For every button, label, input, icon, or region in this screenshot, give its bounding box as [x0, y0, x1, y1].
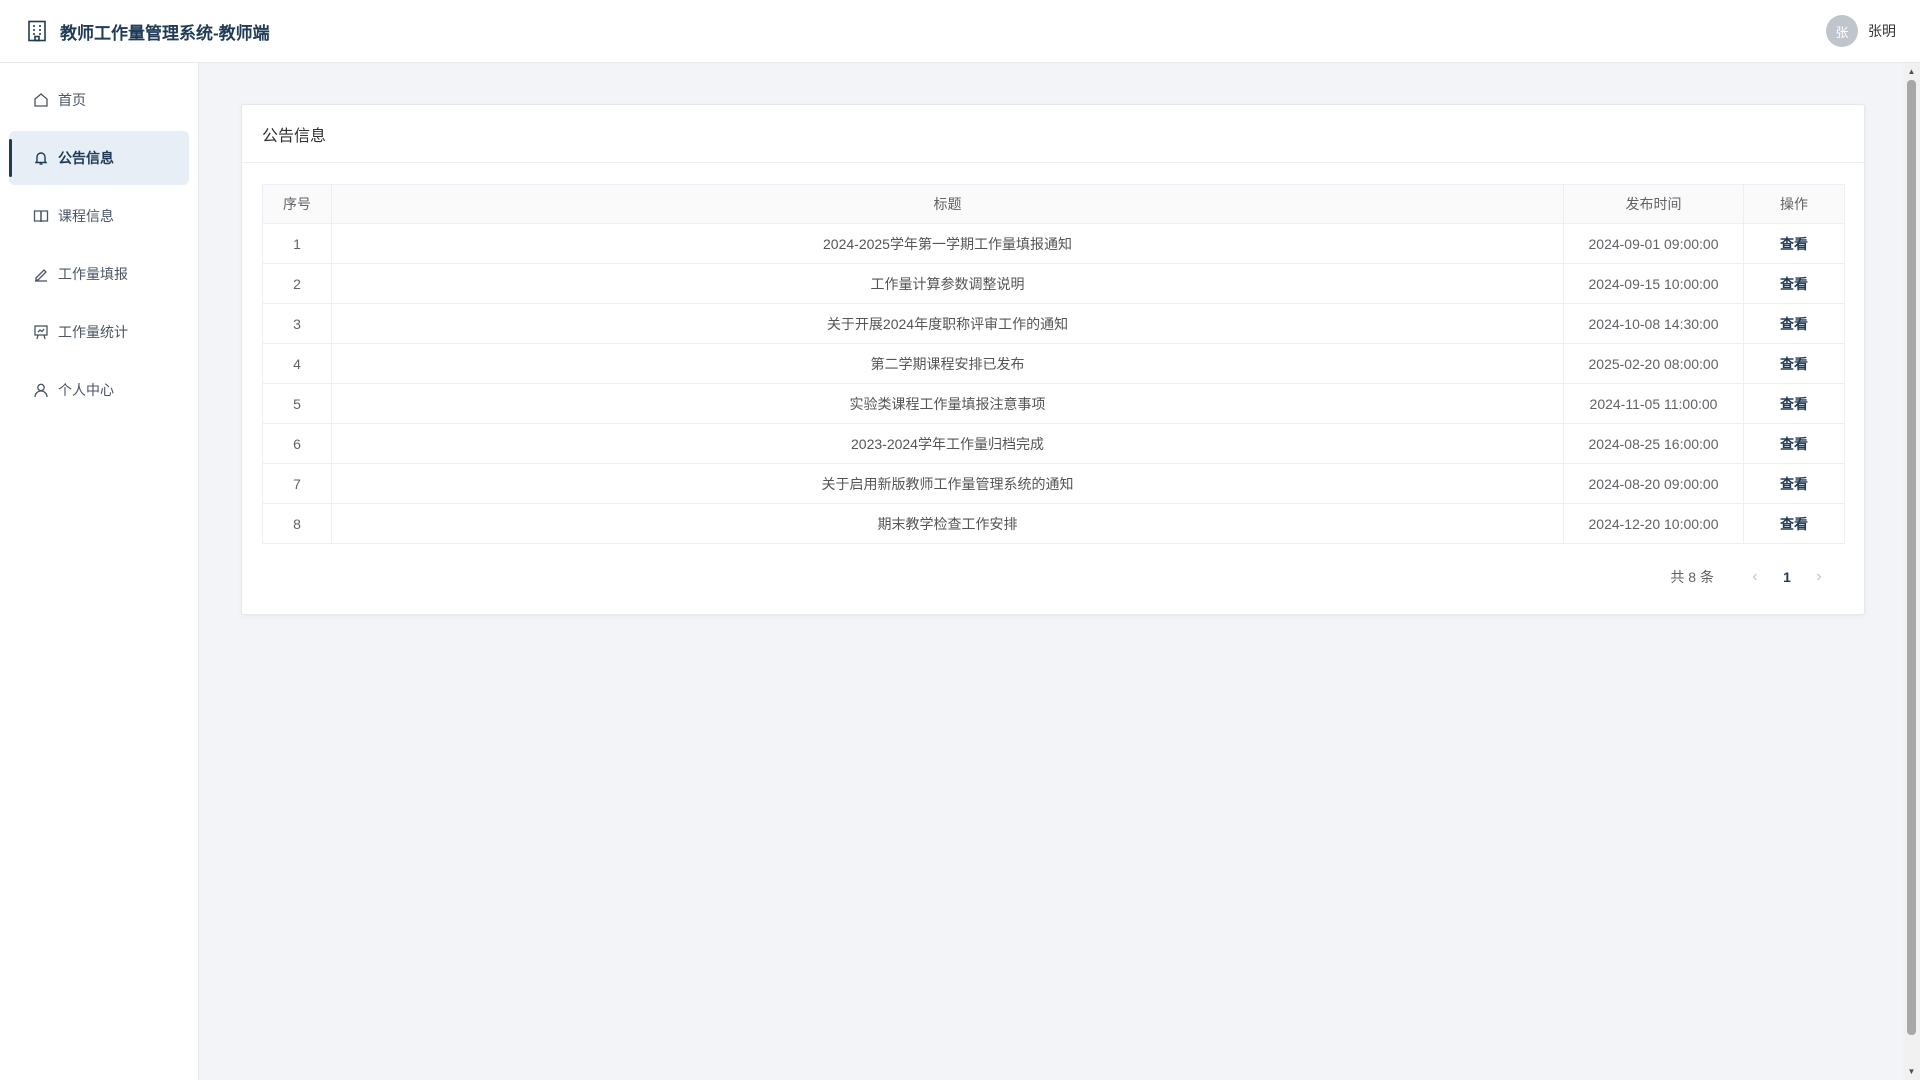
user-icon	[32, 382, 49, 399]
view-button[interactable]: 查看	[1780, 436, 1808, 452]
row-title: 关于开展2024年度职称评审工作的通知	[331, 303, 1564, 344]
row-title: 关于启用新版教师工作量管理系统的通知	[331, 463, 1564, 504]
home-icon	[32, 92, 49, 109]
view-button[interactable]: 查看	[1780, 396, 1808, 412]
sidebar-item-label: 个人中心	[58, 382, 114, 398]
avatar[interactable]: 张	[1826, 15, 1858, 47]
row-time: 2024-09-01 09:00:00	[1563, 223, 1744, 264]
vertical-scrollbar[interactable]: ▲ ▼	[1903, 63, 1920, 1080]
row-index: 3	[262, 303, 332, 344]
scroll-up-arrow-icon[interactable]: ▲	[1903, 63, 1920, 80]
sidebar-item-label: 公告信息	[58, 150, 114, 166]
top-header: 教师工作量管理系统-教师端 张 张明	[0, 0, 1920, 63]
scroll-thumb[interactable]	[1907, 80, 1916, 1035]
sidebar-item-workload-report[interactable]: 工作量填报	[9, 247, 189, 301]
table-header-row: 序号 标题 发布时间 操作	[262, 184, 1845, 224]
pagination: 共 8 条 ‹ 1 ›	[1670, 567, 1834, 587]
row-time: 2025-02-20 08:00:00	[1563, 343, 1744, 384]
row-title: 第二学期课程安排已发布	[331, 343, 1564, 384]
row-index: 5	[262, 383, 332, 424]
sidebar-item-label: 工作量统计	[58, 324, 128, 340]
book-icon	[32, 208, 49, 225]
column-header-action: 操作	[1743, 184, 1845, 224]
view-button[interactable]: 查看	[1780, 316, 1808, 332]
row-index: 4	[262, 343, 332, 384]
scroll-down-arrow-icon[interactable]: ▼	[1903, 1063, 1920, 1080]
table-row: 2 工作量计算参数调整说明 2024-09-15 10:00:00 查看	[262, 263, 1845, 304]
sidebar-item-label: 首页	[58, 92, 86, 108]
username[interactable]: 张明	[1868, 21, 1896, 41]
row-time: 2024-08-20 09:00:00	[1563, 463, 1744, 504]
column-header-time: 发布时间	[1563, 184, 1744, 224]
card-title: 公告信息	[242, 105, 1864, 163]
table-row: 4 第二学期课程安排已发布 2025-02-20 08:00:00 查看	[262, 343, 1845, 384]
prev-page-icon[interactable]: ‹	[1740, 568, 1770, 586]
view-button[interactable]: 查看	[1780, 276, 1808, 292]
next-page-icon[interactable]: ›	[1804, 568, 1834, 586]
view-button[interactable]: 查看	[1780, 476, 1808, 492]
sidebar-item-label: 课程信息	[58, 208, 114, 224]
table-row: 3 关于开展2024年度职称评审工作的通知 2024-10-08 14:30:0…	[262, 303, 1845, 344]
row-time: 2024-10-08 14:30:00	[1563, 303, 1744, 344]
row-index: 8	[262, 503, 332, 544]
building-icon	[26, 20, 48, 42]
row-index: 1	[262, 223, 332, 264]
chart-board-icon	[32, 324, 49, 341]
row-time: 2024-08-25 16:00:00	[1563, 423, 1744, 464]
row-title: 工作量计算参数调整说明	[331, 263, 1564, 304]
pagination-total: 共 8 条	[1670, 569, 1714, 585]
pen-icon	[32, 266, 49, 283]
table-row: 7 关于启用新版教师工作量管理系统的通知 2024-08-20 09:00:00…	[262, 463, 1845, 504]
sidebar: 首页 公告信息 课程信息 工作量填报 工作量统计 个人中心	[0, 63, 199, 1080]
sidebar-item-courses[interactable]: 课程信息	[9, 189, 189, 243]
sidebar-item-profile[interactable]: 个人中心	[9, 363, 189, 417]
user-menu[interactable]: 张 张明	[1826, 15, 1920, 47]
bell-icon	[32, 150, 49, 167]
row-time: 2024-09-15 10:00:00	[1563, 263, 1744, 304]
row-title: 2024-2025学年第一学期工作量填报通知	[331, 223, 1564, 264]
row-title: 实验类课程工作量填报注意事项	[331, 383, 1564, 424]
row-index: 6	[262, 423, 332, 464]
page-number-button[interactable]: 1	[1770, 569, 1804, 585]
sidebar-item-workload-stats[interactable]: 工作量统计	[9, 305, 189, 359]
row-index: 2	[262, 263, 332, 304]
row-time: 2024-12-20 10:00:00	[1563, 503, 1744, 544]
view-button[interactable]: 查看	[1780, 516, 1808, 532]
announcement-table: 序号 标题 发布时间 操作 1 2024-2025学年第一学期工作量填报通知 2…	[262, 184, 1845, 544]
table-row: 6 2023-2024学年工作量归档完成 2024-08-25 16:00:00…	[262, 423, 1845, 464]
column-header-index: 序号	[262, 184, 332, 224]
row-title: 期末教学检查工作安排	[331, 503, 1564, 544]
table-row: 8 期末教学检查工作安排 2024-12-20 10:00:00 查看	[262, 503, 1845, 544]
row-title: 2023-2024学年工作量归档完成	[331, 423, 1564, 464]
table-row: 5 实验类课程工作量填报注意事项 2024-11-05 11:00:00 查看	[262, 383, 1845, 424]
brand: 教师工作量管理系统-教师端	[0, 19, 270, 44]
sidebar-item-label: 工作量填报	[58, 266, 128, 282]
app-title: 教师工作量管理系统-教师端	[60, 23, 270, 43]
sidebar-item-announcements[interactable]: 公告信息	[9, 131, 189, 185]
sidebar-item-home[interactable]: 首页	[9, 73, 189, 127]
row-time: 2024-11-05 11:00:00	[1563, 383, 1744, 424]
view-button[interactable]: 查看	[1780, 356, 1808, 372]
announcement-card: 公告信息 序号 标题 发布时间 操作 1 2024-2025学年第一学期工作量填…	[241, 104, 1865, 615]
column-header-title: 标题	[331, 184, 1564, 224]
table-row: 1 2024-2025学年第一学期工作量填报通知 2024-09-01 09:0…	[262, 223, 1845, 264]
view-button[interactable]: 查看	[1780, 236, 1808, 252]
row-index: 7	[262, 463, 332, 504]
